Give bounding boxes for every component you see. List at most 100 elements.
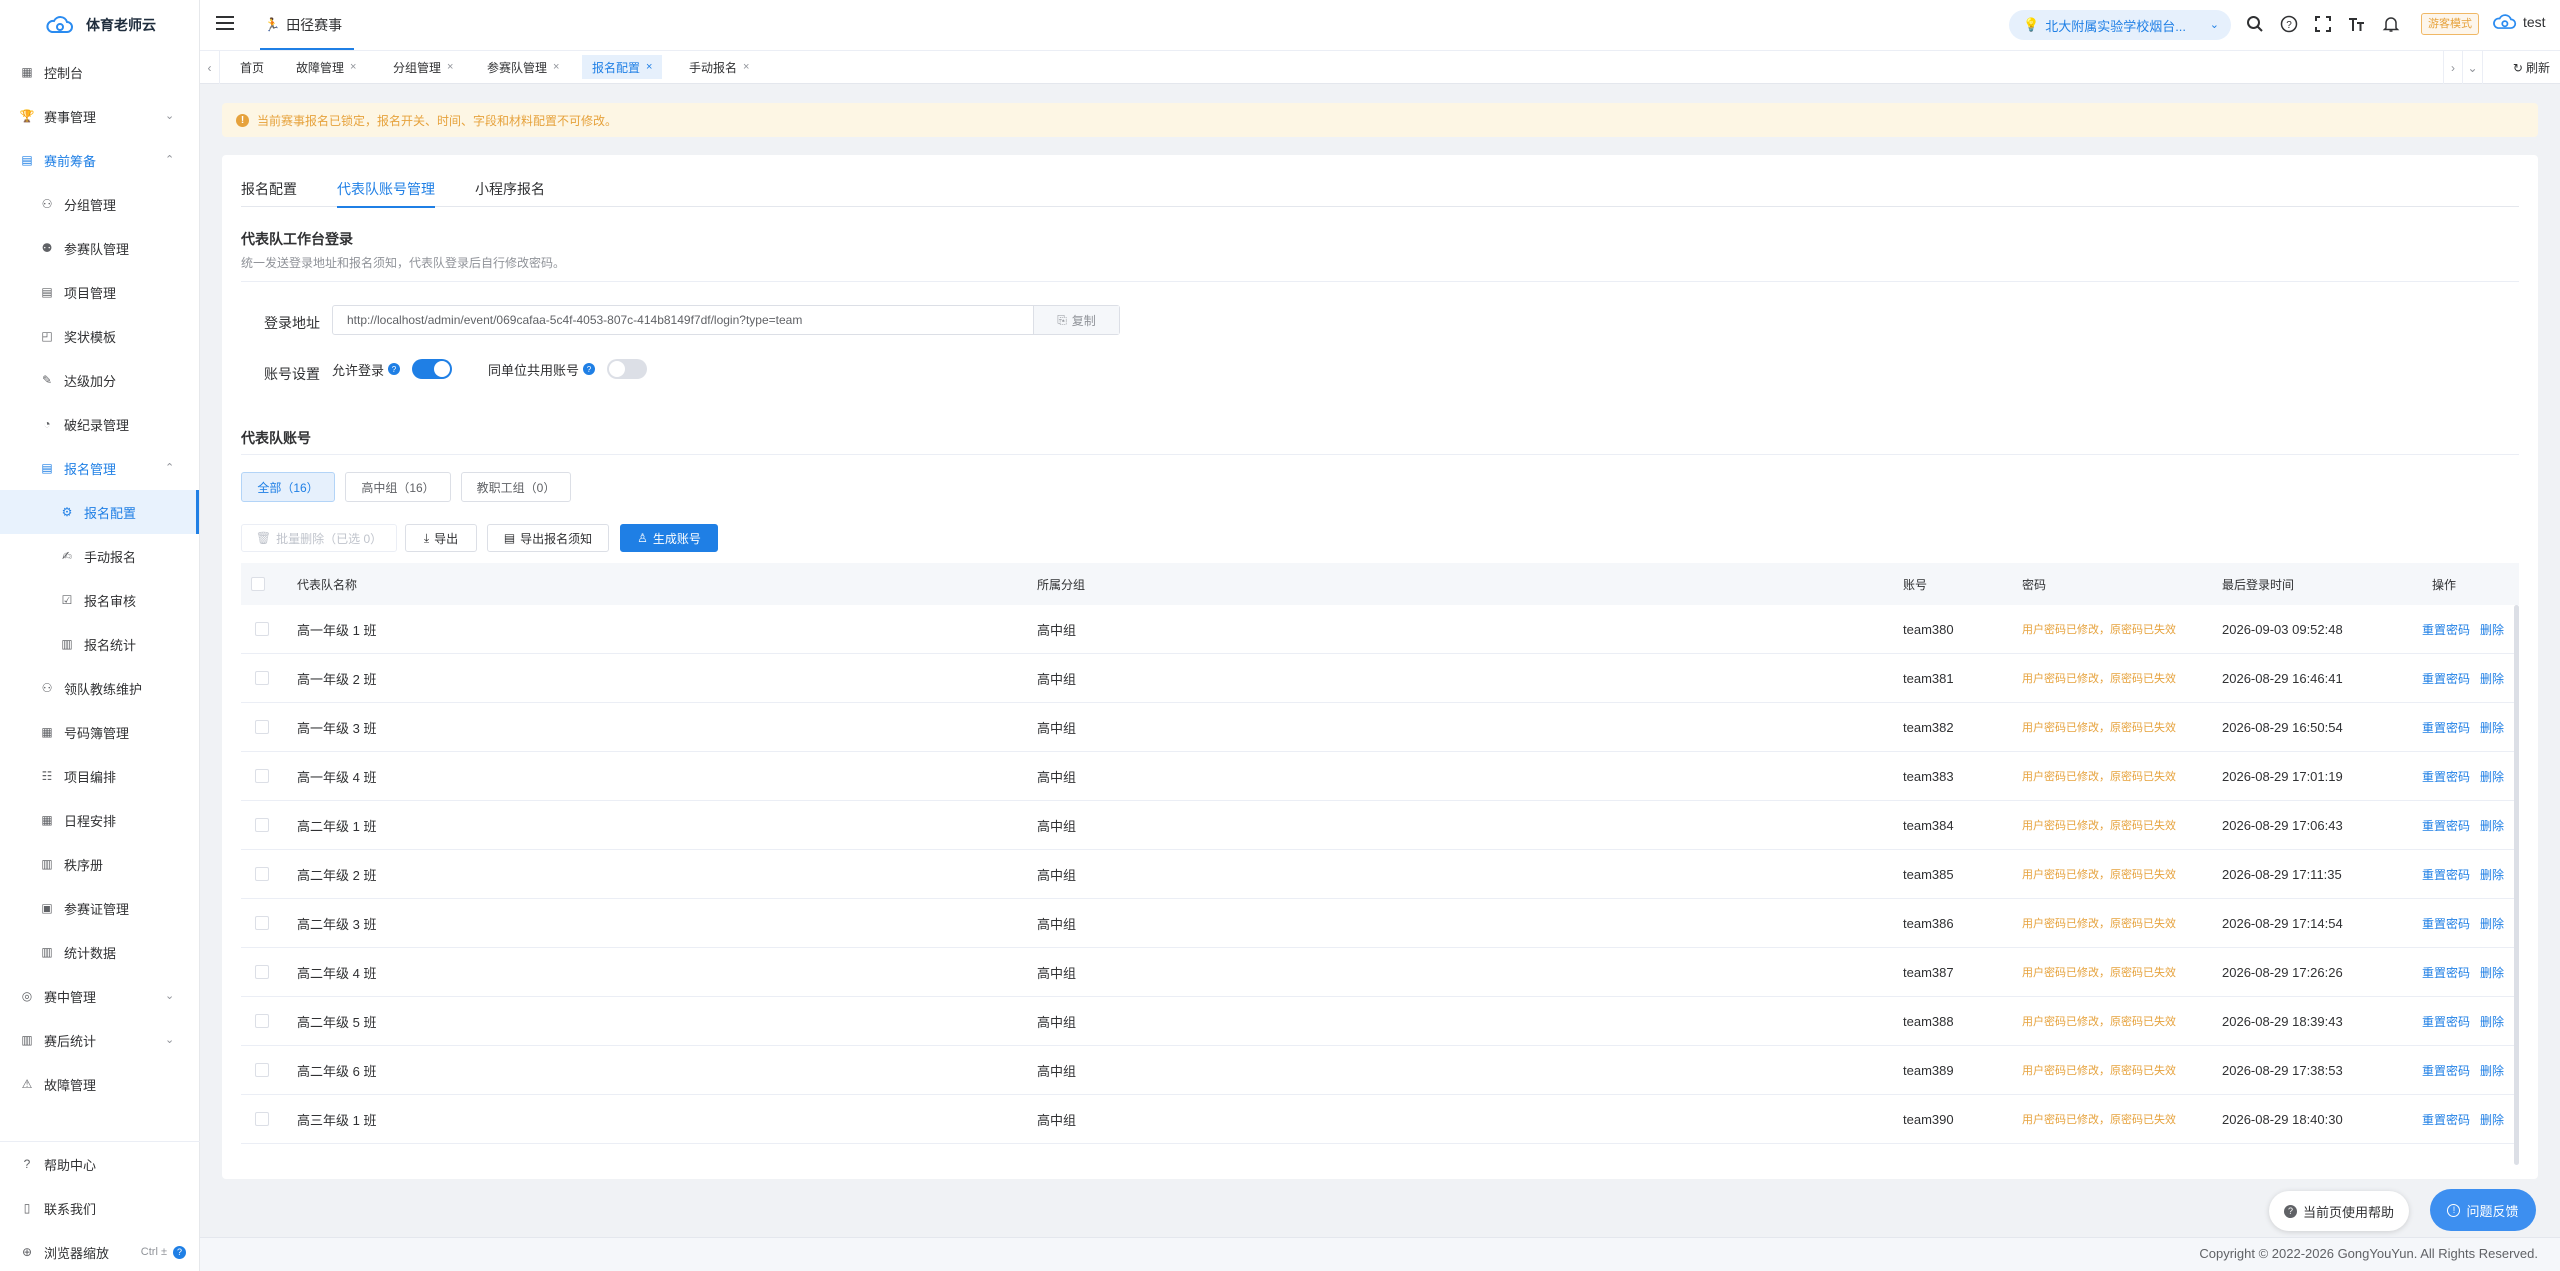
sidebar-item[interactable]: ◔ 破纪录管理: [0, 402, 199, 446]
fullscreen-icon[interactable]: [2312, 13, 2334, 35]
menu-toggle-icon[interactable]: [216, 16, 234, 32]
delete-link[interactable]: 删除: [2480, 1111, 2504, 1128]
tag-item[interactable]: 报名配置 ×: [582, 55, 663, 79]
reset-password-link[interactable]: 重置密码: [2422, 719, 2470, 736]
search-icon[interactable]: [2244, 13, 2266, 35]
help-icon[interactable]: ?: [173, 1245, 186, 1259]
tags-scroll-left-icon[interactable]: ‹: [200, 51, 220, 84]
help-icon[interactable]: ?: [388, 363, 401, 375]
sidebar-item[interactable]: ✍ 手动报名: [0, 534, 199, 578]
tag-item[interactable]: 参赛队管理 ×: [477, 55, 569, 79]
school-selector[interactable]: 💡 北大附属实验学校烟台... ⌄: [2009, 10, 2231, 40]
tag-item[interactable]: 首页: [230, 55, 274, 79]
reset-password-link[interactable]: 重置密码: [2422, 915, 2470, 932]
sidebar-item[interactable]: ▦ 日程安排: [0, 798, 199, 842]
sidebar-item[interactable]: ☷ 项目编排: [0, 754, 199, 798]
delete-link[interactable]: 删除: [2480, 866, 2504, 883]
delete-link[interactable]: 删除: [2480, 964, 2504, 981]
sidebar-item[interactable]: ✎ 达级加分: [0, 358, 199, 402]
reset-password-link[interactable]: 重置密码: [2422, 1013, 2470, 1030]
font-size-icon[interactable]: [2346, 13, 2368, 35]
bell-icon[interactable]: [2380, 13, 2402, 35]
row-checkbox[interactable]: [255, 1112, 269, 1126]
filter-all[interactable]: 全部（16）: [241, 472, 335, 502]
reset-password-link[interactable]: 重置密码: [2422, 768, 2470, 785]
delete-link[interactable]: 删除: [2480, 621, 2504, 638]
reset-password-link[interactable]: 重置密码: [2422, 1062, 2470, 1079]
close-icon[interactable]: ×: [553, 61, 559, 73]
row-checkbox[interactable]: [255, 1063, 269, 1077]
sidebar-item[interactable]: ▤ 项目管理: [0, 270, 199, 314]
close-icon[interactable]: ×: [350, 61, 356, 73]
sidebar-item[interactable]: ▥ 秩序册: [0, 842, 199, 886]
row-checkbox[interactable]: [255, 916, 269, 930]
tab-item[interactable]: 代表队账号管理: [337, 181, 435, 208]
row-checkbox[interactable]: [255, 818, 269, 832]
allow-login-switch[interactable]: [412, 359, 453, 379]
reset-password-link[interactable]: 重置密码: [2422, 817, 2470, 834]
feedback-button[interactable]: ! 问题反馈: [2430, 1189, 2536, 1231]
sidebar-item[interactable]: ◰ 奖状模板: [0, 314, 199, 358]
copy-button[interactable]: ⎘ 复制: [1033, 306, 1119, 334]
sidebar-item[interactable]: ☑ 报名审核: [0, 578, 199, 622]
sidebar-item[interactable]: ⚇ 分组管理: [0, 182, 199, 226]
close-icon[interactable]: ×: [743, 61, 749, 73]
delete-link[interactable]: 删除: [2480, 670, 2504, 687]
sidebar-item[interactable]: ⚉ 参赛队管理: [0, 226, 199, 270]
export-button[interactable]: ⤓ 导出: [405, 524, 477, 552]
reset-password-link[interactable]: 重置密码: [2422, 621, 2470, 638]
refresh-button[interactable]: ↻ 刷新: [2513, 51, 2550, 84]
row-checkbox[interactable]: [255, 622, 269, 636]
share-account-switch[interactable]: [607, 359, 648, 379]
delete-link[interactable]: 删除: [2480, 915, 2504, 932]
close-icon[interactable]: ×: [447, 61, 453, 73]
reset-password-link[interactable]: 重置密码: [2422, 964, 2470, 981]
sidebar-bottom-item[interactable]: ? 帮助中心: [0, 1142, 200, 1186]
reset-password-link[interactable]: 重置密码: [2422, 866, 2470, 883]
tab-item[interactable]: 小程序报名: [475, 181, 545, 207]
export-notice-button[interactable]: ▤ 导出报名须知: [487, 524, 609, 552]
generate-account-button[interactable]: ♙ 生成账号: [620, 524, 718, 552]
close-icon[interactable]: ×: [646, 61, 652, 73]
page-help-button[interactable]: ? 当前页使用帮助: [2269, 1191, 2409, 1231]
header-tab-track[interactable]: 🏃 田径赛事: [260, 0, 355, 50]
tag-item[interactable]: 故障管理 ×: [286, 55, 366, 79]
delete-link[interactable]: 删除: [2480, 1013, 2504, 1030]
sidebar-item[interactable]: ⚙ 报名配置: [0, 490, 199, 534]
filter-staff[interactable]: 教职工组（0）: [461, 472, 571, 502]
delete-link[interactable]: 删除: [2480, 768, 2504, 785]
sidebar-item[interactable]: ▥ 报名统计: [0, 622, 199, 666]
sidebar-item[interactable]: ⚠ 故障管理: [0, 1062, 199, 1106]
delete-link[interactable]: 删除: [2480, 719, 2504, 736]
sidebar-item[interactable]: ◎ 赛中管理 ⌄: [0, 974, 199, 1018]
help-circle-icon[interactable]: ?: [2278, 13, 2300, 35]
sidebar-item[interactable]: ▣ 参赛证管理: [0, 886, 199, 930]
delete-link[interactable]: 删除: [2480, 817, 2504, 834]
sidebar-bottom-item[interactable]: ▯ 联系我们: [0, 1186, 200, 1230]
select-all-checkbox[interactable]: [251, 577, 265, 591]
tag-item[interactable]: 手动报名 ×: [679, 55, 759, 79]
sidebar-item[interactable]: ▦ 号码簿管理: [0, 710, 199, 754]
row-checkbox[interactable]: [255, 1014, 269, 1028]
batch-delete-button[interactable]: 🗑 批量删除（已选 0）: [241, 524, 397, 552]
sidebar-item[interactable]: 🏆 赛事管理 ⌄: [0, 94, 199, 138]
login-url-input[interactable]: [333, 306, 1033, 334]
tags-scroll-right-icon[interactable]: ›: [2443, 51, 2463, 84]
sidebar-item[interactable]: ▥ 统计数据: [0, 930, 199, 974]
row-checkbox[interactable]: [255, 867, 269, 881]
user-menu[interactable]: test: [2491, 12, 2546, 32]
app-logo[interactable]: 体育老师云: [0, 0, 199, 50]
delete-link[interactable]: 删除: [2480, 1062, 2504, 1079]
sidebar-bottom-item[interactable]: ⊕ 浏览器缩放 Ctrl ±?: [0, 1230, 200, 1271]
row-checkbox[interactable]: [255, 671, 269, 685]
tab-item[interactable]: 报名配置: [241, 181, 297, 207]
filter-high-school[interactable]: 高中组（16）: [345, 472, 451, 502]
row-checkbox[interactable]: [255, 720, 269, 734]
sidebar-item[interactable]: ▤ 赛前筹备 ⌃: [0, 138, 199, 182]
sidebar-item[interactable]: ⚇ 领队教练维护: [0, 666, 199, 710]
sidebar-item[interactable]: ▦ 控制台: [0, 50, 199, 94]
table-scrollbar[interactable]: [2514, 605, 2519, 1165]
tag-item[interactable]: 分组管理 ×: [383, 55, 463, 79]
reset-password-link[interactable]: 重置密码: [2422, 1111, 2470, 1128]
reset-password-link[interactable]: 重置密码: [2422, 670, 2470, 687]
